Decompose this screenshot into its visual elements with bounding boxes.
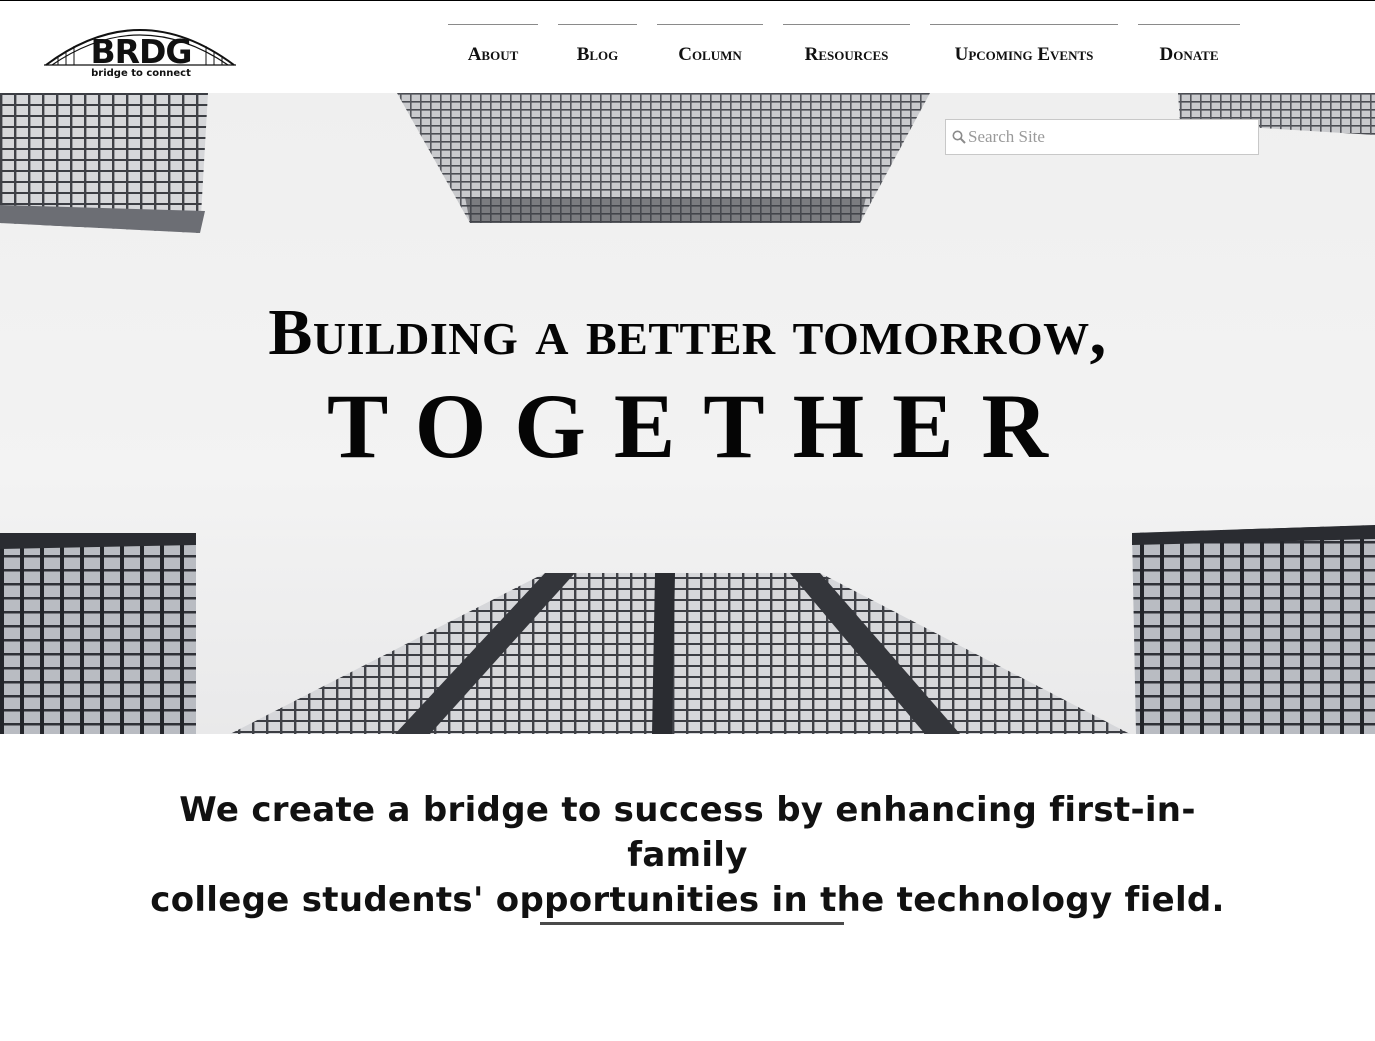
section-divider — [540, 922, 844, 925]
hero-headline-emphasis: TOGETHER — [327, 375, 1076, 477]
hero-headline: Building a better tomorrow, — [268, 296, 1107, 369]
logo-wordmark: BRDG — [90, 32, 192, 71]
site-header: BRDG bridge to connect About Blog Column… — [0, 1, 1375, 93]
nav-resources[interactable]: Resources — [783, 24, 910, 65]
logo-tagline: bridge to connect — [91, 68, 191, 79]
nav-upcoming-events[interactable]: Upcoming Events — [930, 24, 1118, 65]
nav-blog[interactable]: Blog — [558, 24, 637, 65]
search-input[interactable] — [968, 120, 1254, 154]
search-icon — [952, 130, 966, 144]
search-box[interactable] — [945, 119, 1259, 155]
mission-statement: We create a bridge to success by enhanci… — [120, 788, 1255, 923]
nav-donate[interactable]: Donate — [1138, 24, 1240, 65]
nav-about[interactable]: About — [448, 24, 538, 65]
brdg-logo[interactable]: BRDG bridge to connect — [44, 13, 236, 81]
nav-column[interactable]: Column — [657, 24, 763, 65]
hero-banner: Building a better tomorrow, TOGETHER — [0, 93, 1375, 734]
mission-line-2: college students' opportunities in the t… — [150, 880, 1225, 920]
mission-line-1: We create a bridge to success by enhanci… — [179, 790, 1196, 875]
